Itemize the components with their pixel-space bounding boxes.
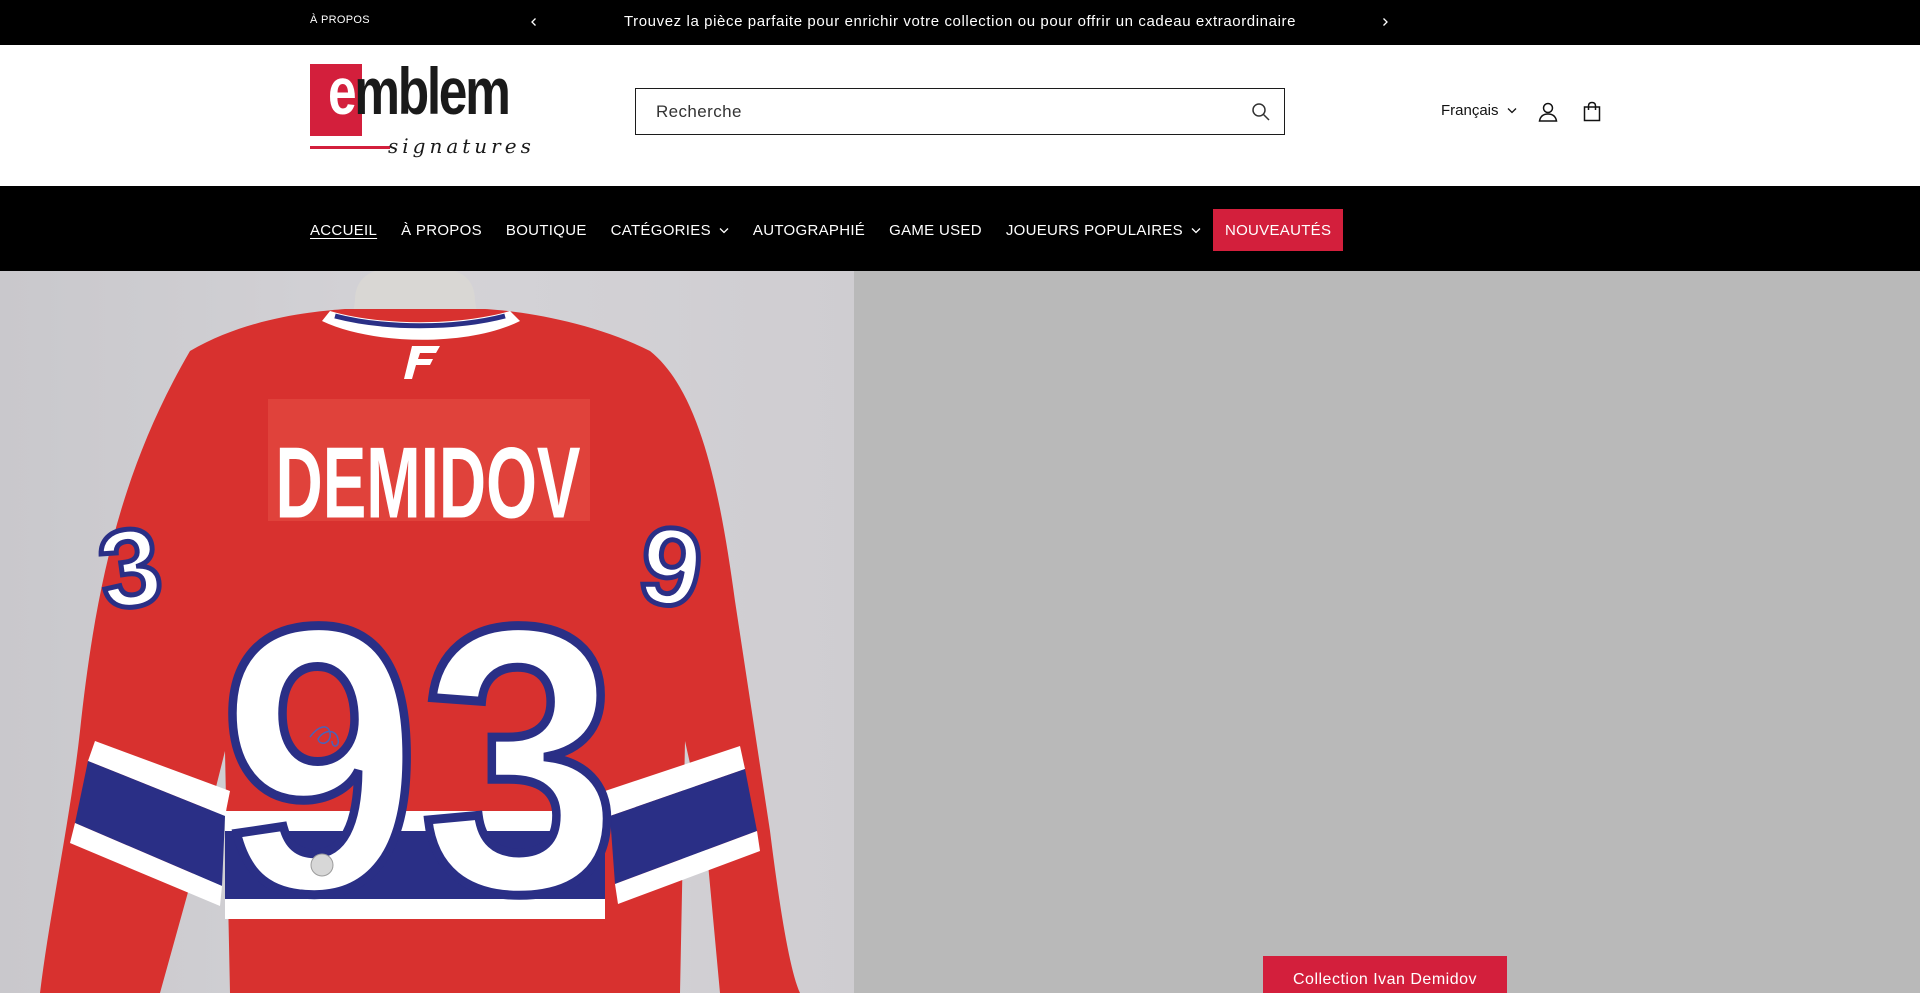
account-icon[interactable] xyxy=(1536,100,1560,124)
emblem-logo[interactable]: emblem signatures xyxy=(310,58,541,160)
chevron-down-icon xyxy=(719,227,729,233)
hero-jersey-image[interactable]: 3 9 DEMIDOV 93 xyxy=(0,271,854,993)
search-icon[interactable] xyxy=(1250,101,1272,123)
collection-cta-button[interactable]: Collection Ivan Demidov xyxy=(1263,956,1507,993)
chevron-down-icon xyxy=(1507,108,1516,114)
nav-item-boutique[interactable]: BOUTIQUE xyxy=(506,209,587,251)
chevron-left-icon xyxy=(531,18,536,26)
jersey-number: 93 xyxy=(220,547,620,972)
nav-item-nouveautes[interactable]: NOUVEAUTÉS xyxy=(1212,209,1344,251)
announcement-about-link[interactable]: À PROPOS xyxy=(310,14,370,26)
chevron-right-icon xyxy=(1383,18,1388,26)
search-input[interactable] xyxy=(636,89,1226,134)
logo-tagline: signatures xyxy=(388,134,535,158)
jersey-player-name: DEMIDOV xyxy=(275,427,580,540)
nav-item-a-propos[interactable]: À PROPOS xyxy=(401,209,482,251)
announcement-bar: À PROPOS Trouvez la pièce parfaite pour … xyxy=(0,0,1920,45)
logo-wordmark: emblem xyxy=(328,54,511,128)
announcement-message: Trouvez la pièce parfaite pour enrichir … xyxy=(623,13,1297,30)
hero-banner: 3 9 DEMIDOV 93 Collection Ivan Demidov xyxy=(0,271,1920,993)
nav-item-game-used[interactable]: GAME USED xyxy=(889,209,982,251)
language-label: Français xyxy=(1441,102,1499,119)
main-navigation: ACCUEIL À PROPOS BOUTIQUE CATÉGORIES AUT… xyxy=(0,186,1920,271)
language-selector[interactable]: Français xyxy=(1441,102,1517,119)
cart-icon[interactable] xyxy=(1580,100,1604,124)
announcement-prev-button[interactable] xyxy=(524,12,544,32)
announcement-next-button[interactable] xyxy=(1375,12,1395,32)
site-header: emblem signatures Français xyxy=(0,45,1920,186)
nav-item-joueurs-populaires[interactable]: JOUEURS POPULAIRES xyxy=(1006,209,1201,251)
search-box xyxy=(635,88,1285,135)
jersey-illustration: 3 9 DEMIDOV 93 xyxy=(40,271,800,993)
nav-item-autographie[interactable]: AUTOGRAPHIÉ xyxy=(753,209,865,251)
chevron-down-icon xyxy=(1191,227,1201,233)
logo-underline xyxy=(310,146,390,149)
nav-item-accueil[interactable]: ACCUEIL xyxy=(310,209,377,251)
nav-item-categories[interactable]: CATÉGORIES xyxy=(611,209,729,251)
jersey-hologram-sticker xyxy=(310,853,334,877)
